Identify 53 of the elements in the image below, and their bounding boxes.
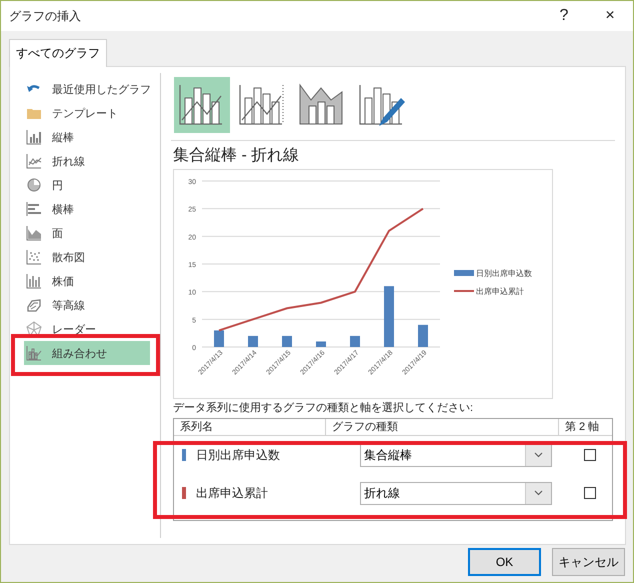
secondary-axis-checkbox[interactable] (584, 487, 596, 499)
legend-label: 日別出席申込数 (476, 269, 532, 278)
radar-chart-icon (26, 321, 42, 337)
scatter-chart-icon (26, 249, 42, 265)
bar (350, 336, 360, 347)
stock-chart-icon (26, 273, 42, 289)
chart-category-item[interactable]: 円 (24, 173, 150, 197)
chart-category-item[interactable]: 株価 (24, 269, 150, 293)
bar (248, 336, 258, 347)
bar-chart-icon (26, 129, 42, 145)
chart-type-dropdown[interactable]: 折れ線 (360, 482, 552, 504)
series-name: 出席申込累計 (196, 484, 269, 502)
bar (316, 341, 326, 347)
chart-category-item[interactable]: 横棒 (24, 197, 150, 221)
surface-chart-icon (26, 297, 42, 313)
bar (384, 286, 394, 347)
chevron-down-icon (534, 452, 543, 458)
area-chart-icon (26, 225, 42, 241)
column-header: 系列名 (174, 419, 326, 435)
horizontal-bar-icon (26, 201, 42, 217)
secondary-axis-checkbox[interactable] (584, 449, 596, 461)
line-chart-icon (26, 153, 42, 169)
help-button[interactable]: ? (541, 1, 587, 31)
bar (418, 324, 428, 347)
chart-type-dropdown[interactable]: 集合縦棒 (360, 444, 552, 466)
series-name: 日別出席申込数 (196, 446, 281, 464)
cancel-button[interactable]: キャンセル (552, 548, 625, 576)
chart-category-item[interactable]: 最近使用したグラフ (24, 77, 150, 101)
chart-category-item[interactable]: レーダー (24, 317, 150, 341)
bar (282, 336, 292, 347)
preview-title: 集合縦棒 - 折れ線 (173, 146, 300, 166)
chart-category-item[interactable]: 折れ線 (24, 149, 150, 173)
window-title: グラフの挿入 (9, 8, 82, 24)
chart-subtype-button[interactable] (174, 77, 230, 133)
chart-category-item[interactable]: テンプレート (24, 101, 150, 125)
legend-swatch (454, 270, 474, 276)
ok-button[interactable]: OK (468, 548, 541, 576)
chart-category-item[interactable]: 散布図 (24, 245, 150, 269)
series-prompt: データ系列に使用するグラフの種類と軸を選択してください: (173, 402, 474, 415)
bar (214, 330, 224, 347)
pie-chart-icon (26, 177, 42, 193)
tab[interactable]: すべてのグラフ (9, 39, 107, 67)
combo-chart-icon (26, 345, 42, 361)
legend-label: 出席申込累計 (476, 287, 524, 296)
column-header: 第 2 軸 (564, 420, 600, 435)
close-button[interactable]: × (587, 1, 633, 31)
chart-category-item[interactable]: 縦棒 (24, 125, 150, 149)
column-header: グラフの種類 (326, 419, 559, 435)
chart-category-item[interactable]: 面 (24, 221, 150, 245)
chart-category-item[interactable]: 組み合わせ (24, 341, 150, 365)
chart-category-item[interactable]: 等高線 (24, 293, 150, 317)
legend-line (454, 290, 474, 292)
chevron-down-icon (534, 490, 543, 496)
